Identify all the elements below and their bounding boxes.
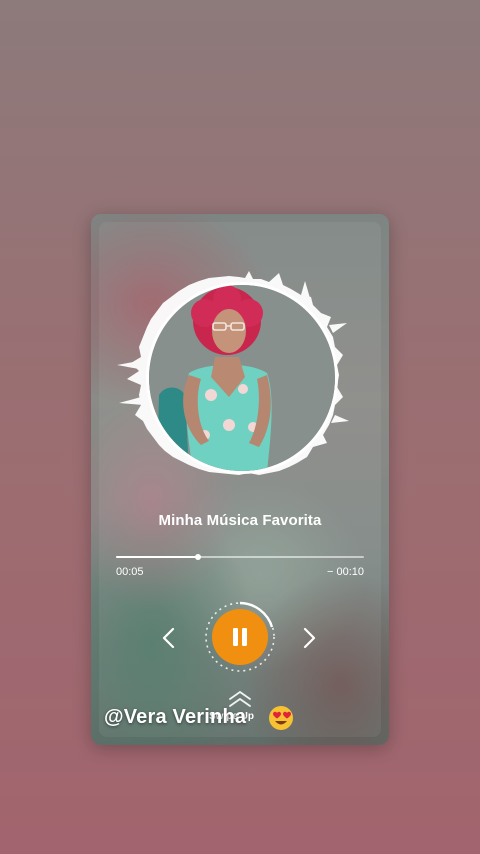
progress-knob[interactable] [194, 554, 201, 560]
music-player-card: Minha Música Favorita 00:05 − 00:10 Swip… [91, 214, 389, 745]
pause-button[interactable] [212, 609, 268, 665]
heart-eyes-emoji-icon [269, 706, 293, 730]
previous-button[interactable] [155, 624, 183, 652]
progress-fill [116, 556, 198, 558]
song-title: Minha Música Favorita [158, 512, 322, 529]
chevron-right-icon [303, 627, 316, 649]
album-cover [146, 282, 338, 474]
user-handle-overlay: @Vera Verinha [104, 706, 247, 728]
chevron-left-icon [162, 627, 175, 649]
album-cover-image [149, 285, 335, 471]
progress-bar[interactable] [116, 554, 364, 560]
pause-icon [233, 628, 247, 646]
next-button[interactable] [295, 624, 323, 652]
time-remaining: − 00:10 [326, 566, 364, 578]
play-pause-control [203, 600, 277, 674]
time-elapsed: 00:05 [116, 566, 144, 578]
